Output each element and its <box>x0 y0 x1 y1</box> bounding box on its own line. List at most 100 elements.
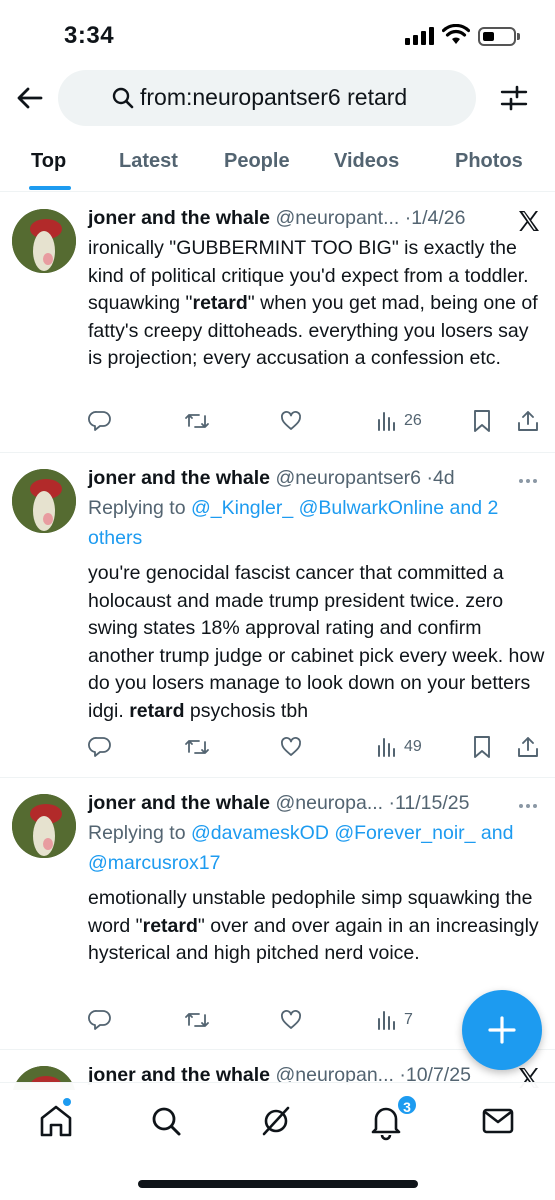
share-button[interactable] <box>516 406 540 436</box>
heart-icon <box>281 737 301 756</box>
search-tabs: Top Latest People Videos Photos <box>0 126 555 192</box>
search-icon[interactable] <box>146 1101 186 1141</box>
reply-button[interactable] <box>88 1005 112 1035</box>
retweet-button[interactable] <box>184 1005 210 1035</box>
replying-to: Replying to @davameskOD @Forever_noir_ a… <box>88 822 514 874</box>
views-button[interactable]: 26 <box>376 406 422 436</box>
x-logo-icon <box>519 211 539 231</box>
notifications-badge: 3 <box>396 1094 418 1116</box>
plus-icon <box>488 1016 516 1044</box>
retweet-icon <box>185 1013 209 1027</box>
tweet-header: joner and the whale @neuropant... ·1/4/2… <box>88 207 466 229</box>
bar-chart-icon <box>378 412 395 431</box>
tweet-header: joner and the whale @neuropa... ·11/15/2… <box>88 792 470 814</box>
bar-chart-icon <box>378 738 395 757</box>
avatar[interactable] <box>12 794 76 858</box>
views-count: 26 <box>404 412 422 429</box>
arrow-left-icon[interactable] <box>14 82 46 114</box>
timestamp[interactable]: 1/4/26 <box>411 207 465 229</box>
home-icon[interactable] <box>36 1101 76 1141</box>
tweet-text: you're genocidal fascist cancer that com… <box>88 562 545 722</box>
heart-icon <box>281 411 301 430</box>
wifi-icon <box>442 24 470 44</box>
unread-dot <box>63 1098 71 1106</box>
tab-latest[interactable]: Latest <box>119 150 178 173</box>
home-indicator <box>138 1180 418 1188</box>
share-icon <box>518 737 538 757</box>
status-bar: 3:34 <box>0 0 555 70</box>
bookmark-button[interactable] <box>471 732 493 762</box>
bookmark-icon <box>474 736 490 758</box>
views-count: 7 <box>404 1011 413 1028</box>
share-button[interactable] <box>516 732 540 762</box>
compose-button[interactable] <box>462 990 542 1070</box>
avatar[interactable] <box>12 469 76 533</box>
reply-button[interactable] <box>88 732 112 762</box>
bookmark-icon <box>474 410 490 432</box>
more-dots-icon[interactable] <box>513 471 543 491</box>
tweet-text: emotionally unstable pedophile simp squa… <box>88 887 539 964</box>
comment-icon <box>88 411 111 431</box>
search-icon <box>112 87 134 109</box>
mention-link[interactable]: @BulwarkOnline <box>299 497 445 519</box>
reply-button[interactable] <box>88 406 112 436</box>
like-button[interactable] <box>279 732 303 762</box>
highlighted-term: retard <box>142 914 198 937</box>
tab-people[interactable]: People <box>224 150 290 173</box>
signal-icon <box>405 27 434 45</box>
retweet-button[interactable] <box>184 406 210 436</box>
search-input[interactable]: from:neuropantser6 retard <box>58 70 476 126</box>
mention-link[interactable]: @Forever_noir_ <box>334 822 475 844</box>
battery-icon <box>478 27 516 46</box>
heart-icon <box>281 1010 301 1029</box>
envelope-icon[interactable] <box>478 1101 518 1141</box>
like-button[interactable] <box>279 1005 303 1035</box>
display-name[interactable]: joner and the whale <box>88 207 270 229</box>
search-query: from:neuropantser6 retard <box>140 84 408 110</box>
tweet-header: joner and the whale @neuropantser6 ·4d <box>88 467 455 489</box>
more-dots-icon[interactable] <box>513 796 543 816</box>
tweet-actions: 26 <box>88 406 543 436</box>
timestamp[interactable]: 11/15/25 <box>395 792 469 814</box>
handle[interactable]: @neuropant... <box>275 207 399 229</box>
highlighted-term: retard <box>192 292 248 314</box>
handle[interactable]: @neuropantser6 <box>275 467 421 489</box>
views-count: 49 <box>404 738 422 755</box>
tweet-actions: 49 <box>88 732 543 762</box>
bookmark-button[interactable] <box>471 406 493 436</box>
like-button[interactable] <box>279 406 303 436</box>
highlighted-term: retard <box>129 699 185 722</box>
bar-chart-icon <box>378 1011 395 1030</box>
mention-link[interactable]: @_Kingler_ <box>191 497 293 519</box>
views-button[interactable]: 7 <box>376 1005 413 1035</box>
mention-link[interactable]: @marcusrox17 <box>88 852 221 874</box>
comment-icon <box>88 1010 111 1030</box>
share-icon <box>518 411 538 431</box>
tweet[interactable]: joner and the whale @neuropant... ·1/4/2… <box>0 193 555 453</box>
display-name[interactable]: joner and the whale <box>88 467 270 489</box>
retweet-icon <box>185 414 209 428</box>
comment-icon <box>88 737 111 757</box>
avatar-image <box>12 469 76 533</box>
grok-icon[interactable] <box>256 1101 296 1141</box>
replying-to: Replying to @_Kingler_ @BulwarkOnline an… <box>88 497 499 549</box>
search-header: from:neuropantser6 retard <box>0 70 555 126</box>
active-tab-indicator <box>29 186 71 190</box>
tweet-text: ironically "GUBBERMINT TOO BIG" is exact… <box>88 237 538 369</box>
mention-link[interactable]: @davameskOD <box>191 822 329 844</box>
sliders-icon[interactable] <box>498 82 530 114</box>
display-name[interactable]: joner and the whale <box>88 792 270 814</box>
status-time: 3:34 <box>64 22 115 49</box>
avatar-image <box>12 209 76 273</box>
avatar[interactable] <box>12 209 76 273</box>
tab-photos[interactable]: Photos <box>455 150 523 173</box>
tab-top[interactable]: Top <box>31 150 66 173</box>
avatar-image <box>12 794 76 858</box>
tweet[interactable]: joner and the whale @neuropantser6 ·4d R… <box>0 453 555 778</box>
retweet-button[interactable] <box>184 732 210 762</box>
handle[interactable]: @neuropa... <box>275 792 383 814</box>
tab-videos[interactable]: Videos <box>334 150 399 173</box>
views-button[interactable]: 49 <box>376 732 422 762</box>
timestamp[interactable]: 4d <box>433 467 455 489</box>
retweet-icon <box>185 740 209 754</box>
